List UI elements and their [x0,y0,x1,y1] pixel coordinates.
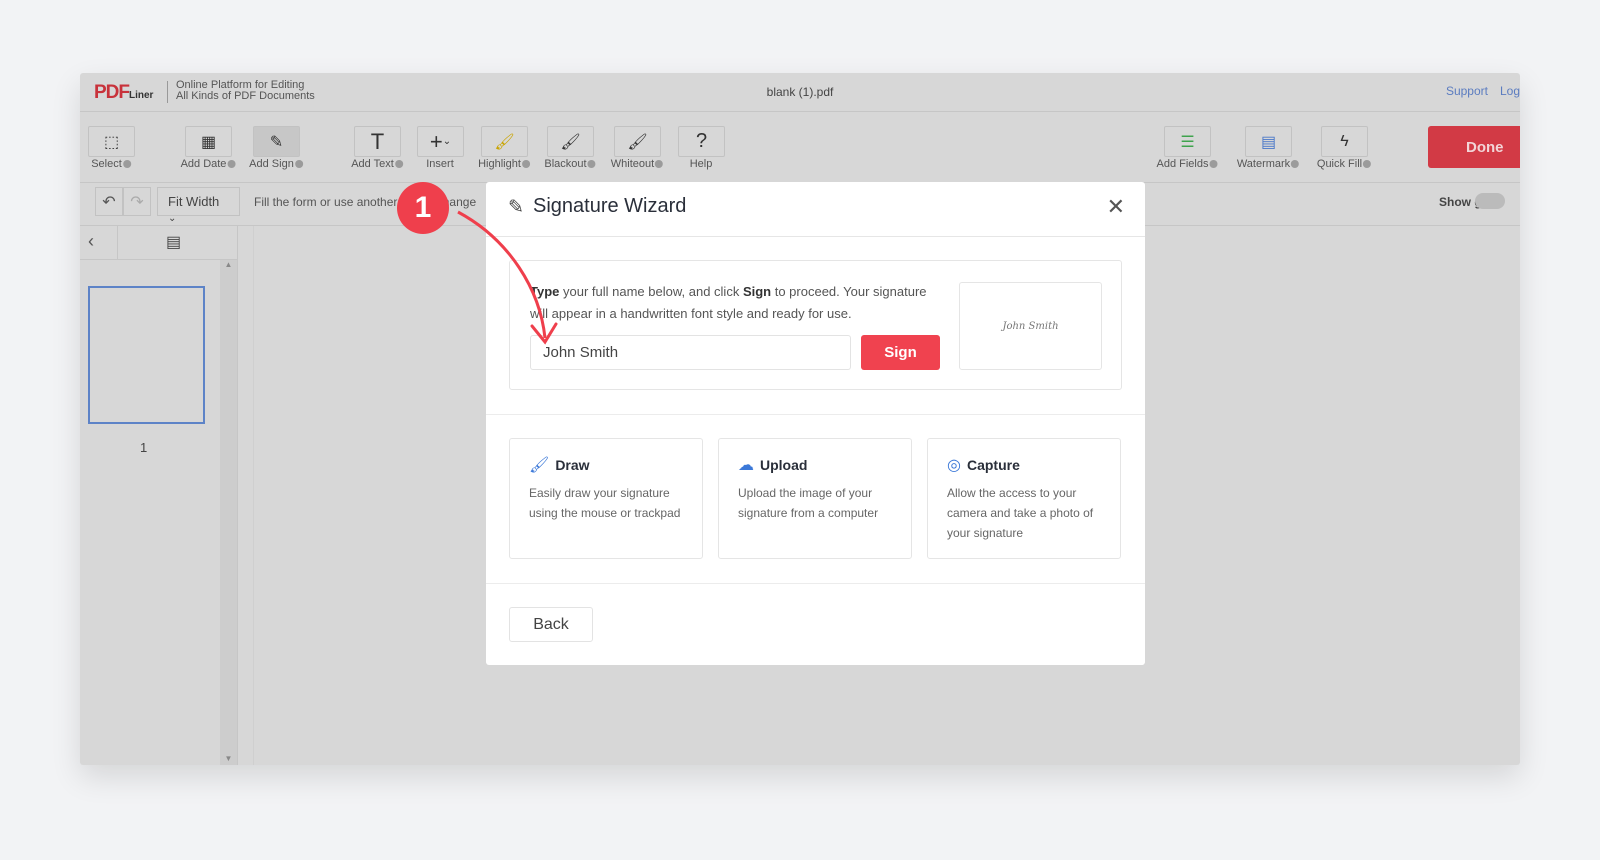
step-badge: 1 [397,182,449,234]
annotation-arrow [457,210,558,345]
